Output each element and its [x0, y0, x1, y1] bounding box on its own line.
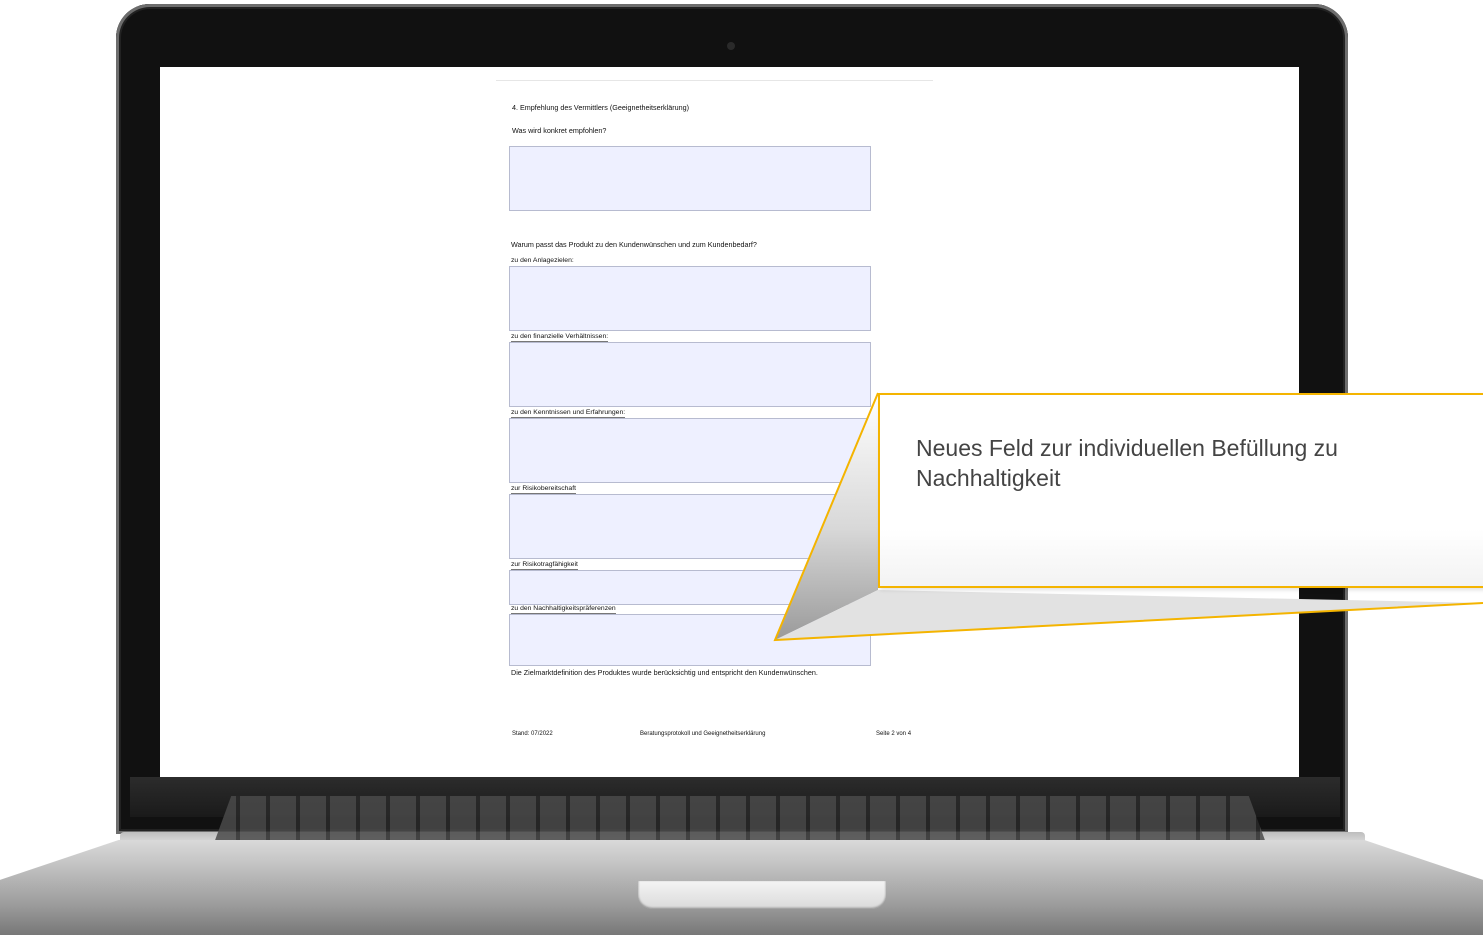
callout-text: Neues Feld zur individuellen Befüllung z…: [916, 433, 1483, 493]
annotation-callout: Neues Feld zur individuellen Befüllung z…: [878, 393, 1483, 588]
callout-line-2: Nachhaltigkeit: [916, 465, 1061, 491]
callout-line-1: Neues Feld zur individuellen Befüllung z…: [916, 435, 1338, 461]
